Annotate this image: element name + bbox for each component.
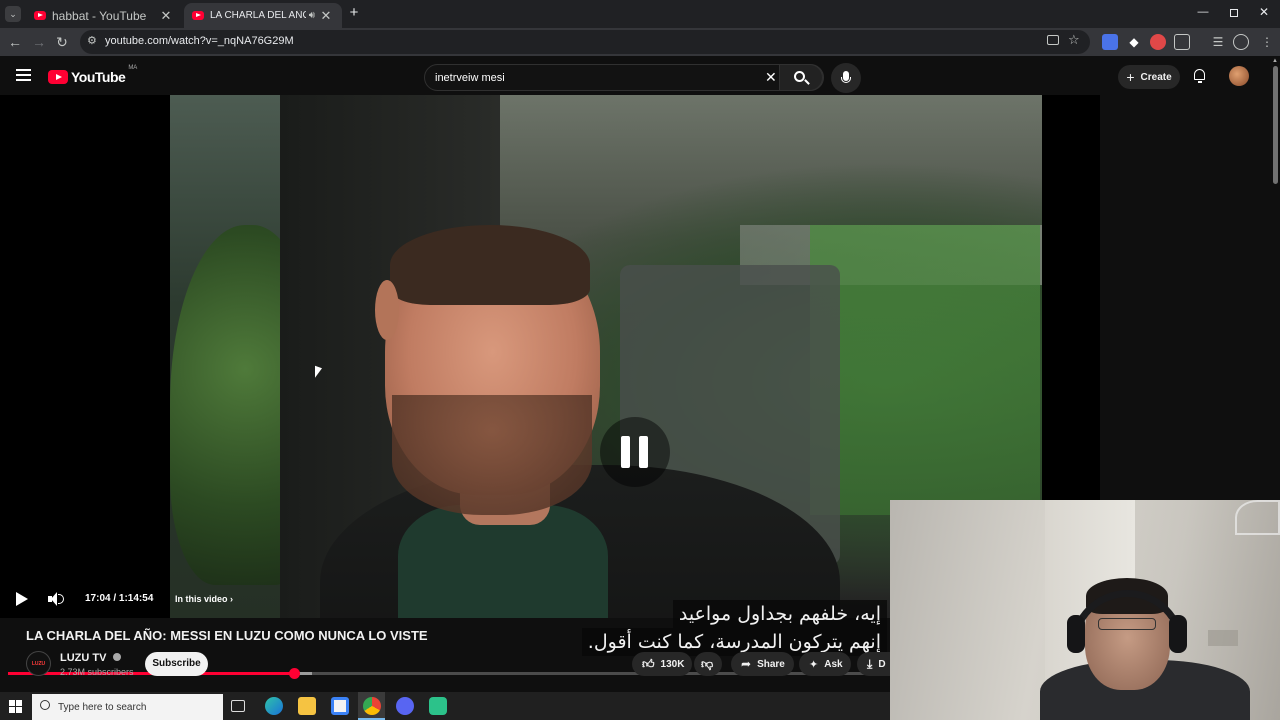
plus-icon: + xyxy=(1126,69,1135,85)
thumbs-down-icon: 👎︎ xyxy=(701,656,714,671)
audio-playing-icon[interactable]: 🔊︎ xyxy=(309,10,315,21)
browser-tab-habbat[interactable]: habbat - YouTube ✕ xyxy=(26,3,182,28)
game-app-icon[interactable] xyxy=(429,697,447,715)
pause-button[interactable] xyxy=(600,417,670,487)
voice-search-button[interactable] xyxy=(831,63,861,93)
tab-title: habbat - YouTube xyxy=(52,8,147,23)
search-button[interactable] xyxy=(779,64,823,91)
caption-line-1: إيه، خلفهم بجداول مواعيد xyxy=(672,600,887,628)
windows-start-icon[interactable] xyxy=(9,700,22,713)
scroll-up-arrow-icon[interactable]: ▲ xyxy=(1272,58,1278,64)
window-close-button[interactable]: ✕ xyxy=(1256,5,1272,19)
video-title: LA CHARLA DEL AÑO: MESSI EN LUZU COMO NU… xyxy=(26,628,428,643)
in-this-video-button[interactable]: In this video › xyxy=(175,594,233,604)
youtube-wordmark: YouTube xyxy=(71,69,126,85)
play-icon[interactable] xyxy=(16,592,28,606)
profile-icon[interactable] xyxy=(1233,34,1249,50)
search-input[interactable]: inetrveiw mesi xyxy=(435,72,505,84)
edge-browser-icon[interactable] xyxy=(265,697,283,715)
site-info-icon[interactable]: ⚙ xyxy=(87,34,97,47)
back-arrow-icon[interactable]: ← xyxy=(5,32,25,52)
taskbar-search-placeholder: Type here to search xyxy=(58,702,147,713)
channel-avatar[interactable]: LUZU xyxy=(26,651,51,676)
channel-name[interactable]: LUZU TV xyxy=(60,652,121,664)
cast-icon[interactable] xyxy=(1047,35,1059,45)
chrome-icon[interactable] xyxy=(363,697,381,715)
volume-icon[interactable] xyxy=(48,592,66,606)
scrollbar-thumb[interactable] xyxy=(1273,66,1278,184)
chevron-right-icon: › xyxy=(230,594,234,604)
subscribe-button[interactable]: Subscribe xyxy=(145,652,208,676)
mouse-cursor-icon xyxy=(315,365,322,381)
new-tab-button[interactable]: + xyxy=(345,4,363,22)
download-label: D xyxy=(878,658,886,670)
browser-toolbar: ← → ↻ ⚙ youtube.com/watch?v=_nqNA76G29M … xyxy=(0,28,1280,56)
download-icon: ⤓ xyxy=(867,656,873,671)
in-this-video-label: In this video xyxy=(175,594,228,604)
windows-taskbar: Type here to search xyxy=(0,692,890,720)
subtitle-captions: إيه، خلفهم بجداول مواعيد إنهم يتركون الم… xyxy=(581,600,887,656)
taskbar-search-box[interactable]: Type here to search xyxy=(32,694,223,720)
discord-icon[interactable] xyxy=(396,697,414,715)
close-tab-icon[interactable]: ✕ xyxy=(158,8,174,24)
bookmark-star-icon[interactable]: ☆ xyxy=(1068,32,1080,48)
extension-diamond-icon[interactable]: ◆ xyxy=(1126,34,1142,50)
window-minimize-button[interactable]: — xyxy=(1194,6,1212,18)
hamburger-menu-icon[interactable] xyxy=(16,69,31,81)
like-count: 130K xyxy=(660,658,685,670)
file-explorer-icon[interactable] xyxy=(298,697,316,715)
extensions-puzzle-icon[interactable] xyxy=(1174,34,1190,50)
extension-red-icon[interactable] xyxy=(1150,34,1166,50)
notifications-bell-icon[interactable] xyxy=(1192,68,1207,83)
task-view-icon[interactable] xyxy=(231,700,245,712)
url-text: youtube.com/watch?v=_nqNA76G29M xyxy=(105,35,294,47)
youtube-favicon-icon xyxy=(34,11,46,20)
subscriber-count: 2.73M subscribers xyxy=(60,667,134,677)
address-bar[interactable]: ⚙ youtube.com/watch?v=_nqNA76G29M ☆ xyxy=(80,30,1090,54)
translate-extension-icon[interactable] xyxy=(1102,34,1118,50)
tab-title: LA CHARLA DEL AÑO: MES xyxy=(210,10,306,21)
webcam-overlay xyxy=(890,500,1280,720)
dislike-button[interactable]: 👎︎ xyxy=(694,652,722,676)
search-box[interactable]: inetrveiw mesi ✕ xyxy=(424,64,824,91)
browser-tab-charla[interactable]: LA CHARLA DEL AÑO: MES 🔊︎ ✕ xyxy=(184,3,342,28)
ask-label: Ask xyxy=(824,658,843,670)
verified-badge-icon xyxy=(112,653,121,661)
create-label: Create xyxy=(1140,71,1172,83)
tab-list-chevron-icon[interactable]: ⌄ xyxy=(5,6,21,22)
youtube-play-logo-icon xyxy=(48,70,68,84)
scrubber-knob[interactable] xyxy=(288,668,300,679)
youtube-logo[interactable]: YouTube MA xyxy=(48,65,138,87)
share-arrow-icon: ➦ xyxy=(741,657,752,671)
search-icon xyxy=(40,700,50,710)
thumbs-up-icon: 👍︎ xyxy=(642,656,655,671)
account-avatar[interactable] xyxy=(1229,66,1249,86)
window-restore-button[interactable] xyxy=(1226,6,1242,22)
download-button[interactable]: ⤓ D xyxy=(857,652,890,676)
share-label: Share xyxy=(757,658,785,670)
browser-tab-bar: ⌄ habbat - YouTube ✕ LA CHARLA DEL AÑO: … xyxy=(0,0,1280,28)
chrome-menu-icon[interactable]: ⋮ xyxy=(1259,34,1275,50)
forward-arrow-icon[interactable]: → xyxy=(29,32,49,52)
reading-list-icon[interactable]: ☰ xyxy=(1210,34,1226,50)
youtube-favicon-icon xyxy=(192,11,204,20)
region-code: MA xyxy=(128,65,138,71)
youtube-header: YouTube MA inetrveiw mesi ✕ + Create xyxy=(0,56,1270,96)
close-tab-icon[interactable]: ✕ xyxy=(318,8,334,24)
create-button[interactable]: + Create xyxy=(1118,65,1180,89)
clear-search-icon[interactable]: ✕ xyxy=(765,69,777,86)
time-display: 17:04 / 1:14:54 xyxy=(85,593,154,604)
ask-button[interactable]: ✦ Ask xyxy=(799,652,851,676)
microsoft-store-icon[interactable] xyxy=(331,697,349,715)
like-button[interactable]: 👍︎ 130K xyxy=(632,652,692,676)
share-button[interactable]: ➦ Share xyxy=(731,652,794,676)
sparkle-icon: ✦ xyxy=(809,658,819,671)
reload-icon[interactable]: ↻ xyxy=(52,32,72,52)
